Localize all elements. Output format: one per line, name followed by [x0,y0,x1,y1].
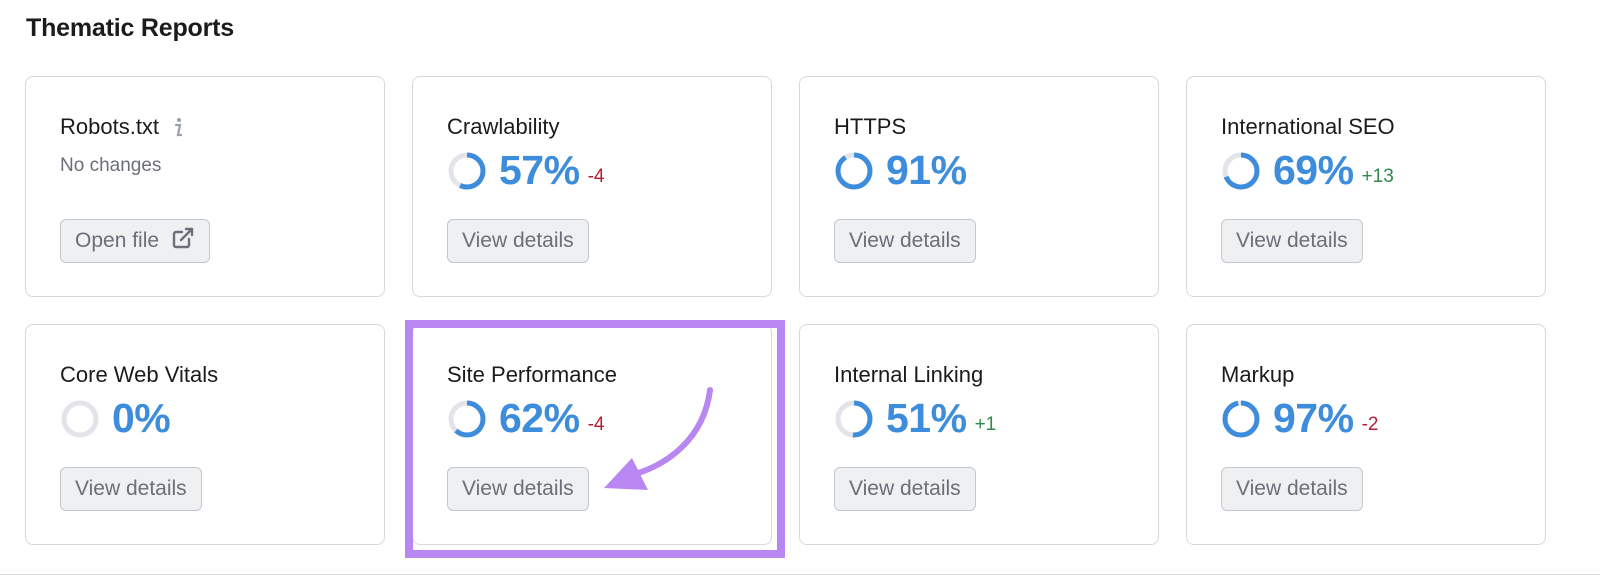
score-metric: 0% [60,395,178,442]
card-title: Markup [1221,362,1295,387]
score-metric: 62% -4 [447,395,604,442]
score-percent: 57% [499,147,580,193]
view-details-button[interactable]: View details [834,219,976,263]
score-donut-icon [448,400,486,437]
info-icon[interactable] [173,116,183,138]
thematic-reports-grid: Robots.txt No changes Open file Crawlabi… [25,76,1574,545]
card-international-seo: International SEO 69% +13 View details [1186,76,1546,297]
score-percent: 51% [886,395,967,441]
score-donut-icon [835,400,873,437]
view-details-button[interactable]: View details [60,467,202,511]
card-title: Crawlability [447,114,560,139]
card-title-text: Robots.txt [60,114,160,139]
view-details-button[interactable]: View details [834,467,976,511]
button-label: Open file [75,229,160,252]
open-file-button[interactable]: Open file [60,219,211,263]
card-core-web-vitals: Core Web Vitals 0% View details [25,324,385,545]
bottom-divider [0,574,1600,575]
score-metric: 57% -4 [447,147,604,194]
external-link-icon [171,226,195,256]
card-robots-txt: Robots.txt No changes Open file [25,76,385,297]
score-metric: 97% -2 [1221,395,1378,442]
card-title: HTTPS [834,114,907,139]
view-details-button[interactable]: View details [447,219,589,263]
score-percent: 97% [1273,395,1354,441]
score-donut-icon [61,400,99,437]
view-details-button[interactable]: View details [447,467,589,511]
score-delta: +13 [1361,165,1394,187]
view-details-button[interactable]: View details [1221,467,1363,511]
card-title: International SEO [1221,114,1395,139]
card-crawlability: Crawlability 57% -4 View details [412,76,772,297]
card-status: No changes [60,155,162,176]
score-metric: 91% [834,147,975,194]
card-title: Internal Linking [834,362,984,387]
view-details-button[interactable]: View details [1221,219,1363,263]
score-donut-icon [835,152,873,189]
score-donut-icon [1222,400,1260,437]
score-percent: 62% [499,395,580,441]
score-delta: -4 [587,165,605,187]
score-metric: 51% +1 [834,395,996,442]
score-donut-icon [448,152,486,189]
score-donut-icon [1222,152,1260,189]
card-title: Site Performance [447,362,617,387]
score-metric: 69% +13 [1221,147,1394,194]
score-delta: -4 [587,413,605,435]
score-percent: 69% [1273,147,1354,193]
score-delta: +1 [974,413,997,435]
score-delta: -2 [1361,413,1379,435]
card-internal-linking: Internal Linking 51% +1 View details [799,324,1159,545]
card-site-performance: Site Performance 62% -4 View details [412,324,772,545]
card-title: Robots.txt [60,114,183,140]
card-https: HTTPS 91% View details [799,76,1159,297]
score-percent: 91% [886,147,967,193]
card-title: Core Web Vitals [60,362,219,387]
section-title: Thematic Reports [26,14,234,42]
score-percent: 0% [112,395,171,441]
card-markup: Markup 97% -2 View details [1186,324,1546,545]
